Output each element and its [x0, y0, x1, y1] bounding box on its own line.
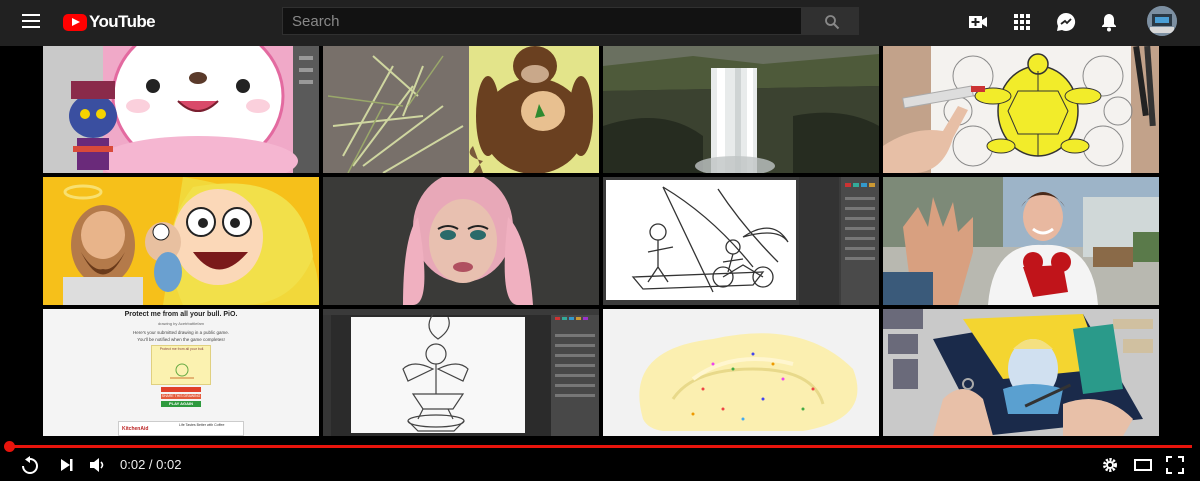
game-button-1[interactable] — [161, 387, 201, 392]
share-drawing-button[interactable]: SHARE THIS DRAWING — [161, 394, 201, 399]
progress-scrubber[interactable] — [4, 441, 15, 452]
avatar[interactable] — [1147, 6, 1177, 36]
thumbnail-yellow-slime[interactable] — [603, 309, 879, 436]
progress-bar[interactable] — [12, 445, 1192, 448]
notifications-bell-icon[interactable] — [1098, 11, 1120, 33]
replay-icon[interactable] — [20, 456, 40, 474]
ad-text: Life Tastes Better with Coffee — [179, 423, 225, 427]
thumbnail-cartoon-cat-drawing[interactable] — [43, 46, 319, 173]
game-title: Protect me from all your bull. PiO. — [124, 311, 238, 318]
search-button[interactable] — [802, 7, 859, 35]
next-video-icon[interactable] — [59, 456, 75, 474]
thumbnail-pink-hair-makeup[interactable] — [323, 177, 599, 305]
play-again-button[interactable]: PLAY AGAIN — [161, 401, 201, 407]
youtube-play-logo-icon — [63, 13, 87, 31]
thumbnail-painting-box[interactable] — [883, 309, 1159, 436]
search-icon — [825, 15, 840, 30]
top-bar: YouTube — [0, 0, 1200, 46]
ad-brand: KitchenAid — [122, 426, 149, 432]
thumbnail-palm-leaves-gorilla[interactable] — [323, 46, 599, 173]
volume-icon[interactable] — [88, 456, 106, 474]
game-line-2: You'll be notified when the game complet… — [137, 337, 225, 342]
create-video-icon[interactable] — [967, 11, 989, 33]
search-input[interactable] — [283, 8, 801, 34]
game-subtitle: drawing by Acetrbattlefam — [157, 321, 205, 326]
time-display: 0:02 / 0:02 — [120, 457, 182, 472]
video-thumbnail-grid: Protect me from all your bull. PiO. draw… — [43, 46, 1159, 437]
ad-banner[interactable]: KitchenAid Life Tastes Better with Coffe… — [118, 421, 244, 436]
thumbnail-waterfall[interactable] — [603, 46, 879, 173]
menu-icon[interactable] — [22, 14, 40, 28]
theater-mode-icon[interactable] — [1134, 456, 1152, 474]
thumbnail-sketch-sailboat[interactable] — [603, 177, 879, 305]
apps-grid-icon[interactable] — [1011, 11, 1033, 33]
submitted-drawing: Protect me from all your bull. — [151, 345, 211, 385]
search-box — [282, 7, 802, 35]
game-line-1: Here's your submitted drawing in a publi… — [133, 330, 229, 335]
thumbnail-turtle-coloring[interactable] — [883, 46, 1159, 173]
youtube-logo[interactable]: YouTube — [63, 11, 156, 33]
thumbnail-boy-high-five[interactable] — [883, 177, 1159, 305]
messages-icon[interactable] — [1055, 11, 1077, 33]
logo-text: YouTube — [89, 12, 156, 31]
thumbnail-drawing-game-page[interactable]: Protect me from all your bull. PiO. draw… — [43, 309, 319, 436]
thumbnail-comic-characters[interactable] — [43, 177, 319, 305]
settings-gear-icon[interactable] — [1101, 456, 1119, 474]
thumbnail-sketch-figure[interactable] — [323, 309, 599, 436]
fullscreen-icon[interactable] — [1166, 456, 1184, 474]
game-page-screenshot: Protect me from all your bull. PiO. draw… — [43, 309, 319, 436]
